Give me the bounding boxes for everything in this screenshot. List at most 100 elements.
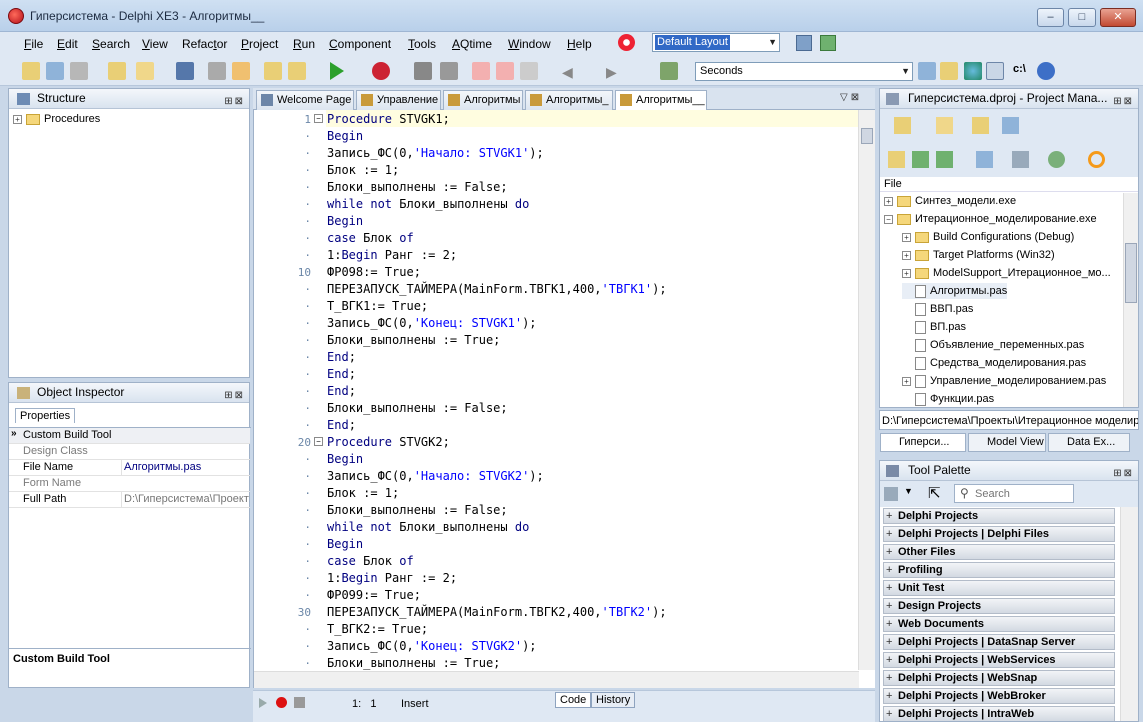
code-line[interactable]: case Блок of [327,230,414,247]
palette-scrollbar[interactable] [1120,507,1138,721]
view-form-icon[interactable] [288,62,306,80]
compare-icon[interactable] [986,62,1004,80]
fold-icon[interactable]: − [314,437,323,446]
project-tree-item[interactable]: + Синтез_модели.exe [884,193,1016,209]
open-icon[interactable] [136,62,154,80]
menu-file[interactable]: File [24,37,43,51]
project-tree-item[interactable]: + Target Platforms (Win32) [902,247,1055,263]
code-line[interactable]: Блоки_выполнены := False; [327,400,508,417]
expand-all-icon[interactable] [912,151,929,168]
code-line[interactable]: Begin [327,128,363,145]
scrollbar-thumb[interactable] [861,128,873,144]
code-line[interactable]: Запись_ФС(0,'Конец: STVGK1'); [327,315,537,332]
code-line[interactable]: Блок := 1; [327,485,399,502]
new-items-icon[interactable] [22,62,40,80]
back-arrow-icon[interactable]: ◀ [562,64,573,81]
tab-data-explorer[interactable]: Data Ex... [1048,433,1130,452]
palette-category[interactable]: Unit Test [883,580,1115,596]
expand-icon[interactable]: + [902,250,911,260]
palette-category[interactable]: Delphi Projects | Delphi Files [883,526,1115,542]
target-platform-icon[interactable] [1088,151,1105,168]
fold-icon[interactable]: − [314,114,323,123]
tab-editor-2[interactable]: Алгоритмы [443,90,523,110]
menu-help[interactable]: Help [567,37,592,51]
sort-icon[interactable] [976,151,993,168]
trace-into-icon[interactable] [472,62,490,80]
tab-editor-4[interactable]: Алгоритмы__ [615,90,707,111]
palette-category[interactable]: Delphi Projects | WebBroker [883,688,1115,704]
close-button[interactable]: ✕ [1100,8,1136,27]
file-column-header[interactable]: File [880,178,1138,192]
project-tree-item[interactable]: + Управление_моделированием.pas [902,373,1106,389]
pointer-icon[interactable]: ⇱ [928,484,941,502]
property-value[interactable]: D:\Гиперсистема\Проекты [121,492,249,507]
menu-window[interactable]: Window [508,37,551,51]
tab-project-manager[interactable]: Гиперси... [880,433,966,452]
code-line[interactable]: End; [327,366,356,383]
expand-icon[interactable]: + [902,232,911,242]
code-line[interactable]: Блоки_выполнены := True; [327,655,500,672]
code-line[interactable]: 1:Begin Ранг := 2; [327,247,457,264]
forward-arrow-icon[interactable]: ▶ [606,64,617,81]
pause-icon[interactable] [414,62,432,80]
project-tree-item[interactable]: Функции.pas [902,391,994,407]
timer-unit-combo[interactable]: Seconds ▼ [695,62,913,81]
expand-icon[interactable]: + [884,196,893,206]
open-project-icon[interactable] [46,62,64,80]
step-over-icon[interactable] [496,62,514,80]
code-line[interactable]: Т_ВГК1:= True; [327,298,428,315]
code-line[interactable]: ПЕРЕЗАПУСК_ТАЙМЕРА(MainForm.ТВГК2,400,'Т… [327,604,667,621]
stop-icon[interactable] [440,62,458,80]
code-line[interactable]: ФР099:= True; [327,587,421,604]
palette-search-input[interactable] [954,484,1074,503]
chevron-down-icon[interactable]: ▼ [901,66,910,76]
menu-refactor[interactable]: Refactor [182,37,227,51]
menu-run[interactable]: Run [293,37,315,51]
property-row[interactable]: Form Name [9,476,250,492]
horizontal-scrollbar[interactable] [254,671,859,688]
expand-icon[interactable]: + [13,114,22,124]
add-file-icon[interactable] [232,62,250,80]
set-debug-desktop-icon[interactable] [820,35,836,51]
run-without-debug-icon[interactable] [372,62,390,80]
code-line[interactable]: Begin [327,451,363,468]
run-to-cursor-icon[interactable] [520,62,538,80]
open-folder-icon[interactable] [972,117,989,134]
code-line[interactable]: ПЕРЕЗАПУСК_ТАЙМЕРА(MainForm.ТВГК1,400,'Т… [327,281,667,298]
palette-category[interactable]: Web Documents [883,616,1115,632]
code-line[interactable]: End; [327,417,356,434]
tab-model-view[interactable]: Model View [968,433,1046,452]
code-line[interactable]: Блоки_выполнены := False; [327,179,508,196]
palette-category[interactable]: Delphi Projects | WebServices [883,652,1115,668]
add-existing-icon[interactable] [936,117,953,134]
property-row[interactable]: File Name Алгоритмы.pas [9,460,250,476]
tab-code[interactable]: Code [555,692,592,708]
expand-icon[interactable]: + [902,376,911,386]
menu-search[interactable]: Search [92,37,130,51]
property-row[interactable]: Full Path D:\Гиперсистема\Проекты [9,492,250,508]
project-tree-item[interactable]: + Build Configurations (Debug) [902,229,1074,245]
code-line[interactable]: 1:Begin Ранг := 2; [327,570,457,587]
property-row[interactable]: Custom Build Tool [9,428,250,444]
record-macro-icon[interactable] [276,697,287,708]
aqtime-logo-icon[interactable] [618,34,635,51]
code-line[interactable]: Блок := 1; [327,162,399,179]
sync-icon[interactable] [1002,117,1019,134]
view-icon[interactable] [1012,151,1029,168]
expand-icon[interactable]: + [902,268,911,278]
project-tree-item[interactable]: − Итерационное_моделирование.exe [884,211,1097,227]
stop-macro-icon[interactable] [294,697,305,708]
delphi-app-icon[interactable] [8,8,24,24]
help-book-icon[interactable] [660,62,678,80]
activate-icon[interactable] [888,151,905,168]
save-all-icon[interactable] [70,62,88,80]
play-macro-icon[interactable] [259,698,267,708]
new-unit-icon[interactable] [108,62,126,80]
save-icon[interactable] [176,62,194,80]
code-line[interactable]: Блоки_выполнены := True; [327,332,500,349]
tab-list-icon[interactable]: ▽⊠ [840,92,862,103]
code-line[interactable]: while not Блоки_выполнены do [327,519,529,536]
console-icon[interactable]: c:\ [1013,63,1026,75]
code-line[interactable]: Procedure STVGK1; [327,111,450,128]
palette-category[interactable]: Delphi Projects | WebSnap [883,670,1115,686]
